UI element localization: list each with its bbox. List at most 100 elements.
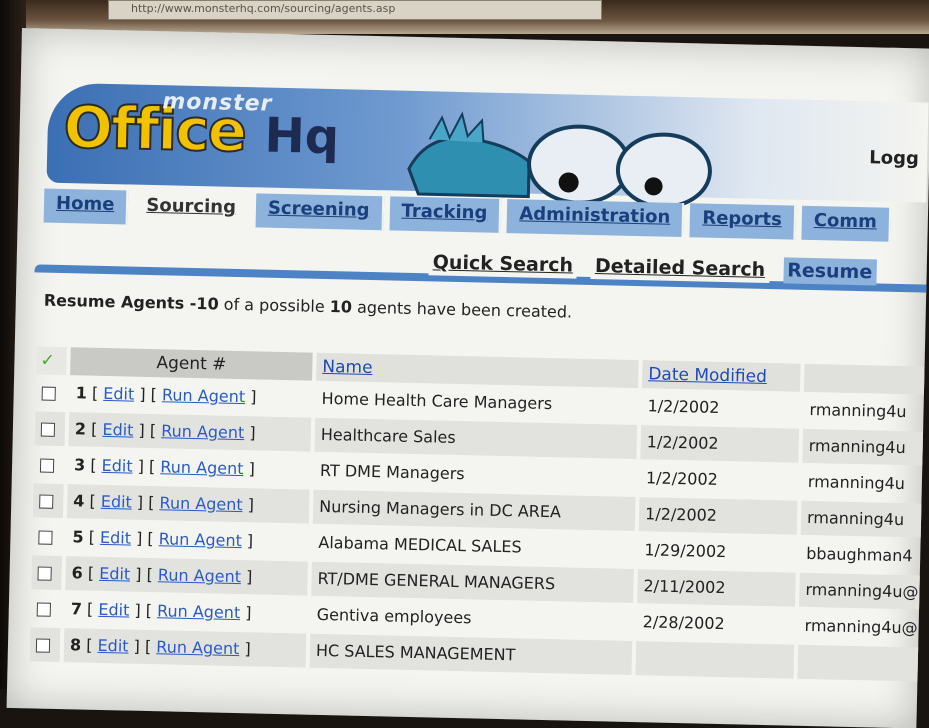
edit-agent-link[interactable]: Edit [98,600,129,620]
row-checkbox-cell [32,483,64,519]
agent-number: 6 [71,563,84,583]
agent-number: 4 [73,491,85,511]
agent-date-modified [635,641,795,679]
agents-table: ✓ Agent # Name Date Modified N 1 [ Edit … [29,342,929,683]
agent-owner [797,644,929,682]
tab-communications[interactable]: Comm [801,205,892,242]
row-checkbox[interactable] [36,601,51,617]
agent-owner: rmanning4u [809,399,907,422]
logo-monster: monster [162,89,273,117]
agent-owner: bbaughman4 [806,543,913,566]
tab-tracking[interactable]: Tracking [389,196,502,233]
tab-resume-agents[interactable]: Resume [782,257,877,286]
logo-hq: Hq [263,107,340,166]
monster-mascot-icon [407,111,712,207]
agent-name: Alabama MEDICAL SALES [318,532,522,557]
agents-status-text: Resume Agents -10 of a possible 10 agent… [44,291,573,322]
agent-owner: rmanning4u@ [799,572,929,610]
run-agent-link[interactable]: Run Agent [157,601,241,622]
run-agent-link[interactable]: Run Agent [161,421,245,442]
row-checkbox-cell [32,519,63,554]
agent-owner: rmanning4u [807,471,906,494]
row-checkbox-cell [34,447,65,482]
agent-owner: rmanning4u [802,428,929,466]
agent-date-modified: 2/28/2002 [642,612,725,634]
agent-number: 7 [70,599,83,619]
tab-home[interactable]: Home [43,188,129,225]
row-checkbox[interactable] [40,422,56,437]
agent-name: Healthcare Sales [314,417,638,460]
edit-agent-link[interactable]: Edit [99,564,130,584]
agent-date-modified: 1/2/2002 [638,497,798,535]
row-checkbox-cell [30,591,61,626]
agent-number: 1 [75,383,88,403]
run-agent-link[interactable]: Run Agent [156,637,240,658]
run-agent-link[interactable]: Run Agent [162,385,246,406]
agent-date-modified: 1/29/2002 [644,540,727,562]
row-checkbox[interactable] [38,530,53,545]
agent-date-modified: 2/11/2002 [637,569,796,607]
run-agent-link[interactable]: Run Agent [158,565,242,586]
agent-actions-cell: 1 [ Edit ] [ Run Agent ] [75,383,257,407]
tab-sourcing[interactable]: Sourcing [133,190,251,228]
status-middle: of a possible [218,294,330,317]
edit-agent-link[interactable]: Edit [101,456,132,476]
agent-name: Gentiva employees [316,604,472,628]
edit-agent-link[interactable]: Edit [100,528,131,548]
agent-name: RT DME Managers [319,460,465,484]
run-agent-link[interactable]: Run Agent [160,457,244,478]
run-agent-link[interactable]: Run Agent [159,529,243,550]
tab-detailed-search[interactable]: Detailed Search [590,252,770,284]
agent-actions-cell: 2 [ Edit ] [ Run Agent ] [68,412,312,452]
browser-viewport: Office monster Hq Logg Home Sourcing Scr… [6,28,929,728]
tab-screening[interactable]: Screening [255,193,384,231]
agent-date-modified: 1/2/2002 [645,468,719,489]
agent-actions-cell: 7 [ Edit ] [ Run Agent ] [70,599,252,623]
tab-reports[interactable]: Reports [689,203,797,240]
agent-owner: rmanning4u@ [804,615,918,638]
agent-number: 3 [73,455,86,475]
agent-name: RT/DME GENERAL MANAGERS [311,561,634,604]
agent-name: Home Health Care Managers [321,388,553,414]
edit-agent-link[interactable]: Edit [103,384,134,404]
agent-date-modified: 1/2/2002 [640,425,800,463]
row-checkbox[interactable] [41,386,56,401]
header-date-modified-sort-link[interactable]: Date Modified [641,360,801,392]
header-agent-number: Agent # [70,347,313,381]
status-prefix: Resume Agents - [43,290,197,314]
edit-agent-link[interactable]: Edit [101,492,132,512]
edit-agent-link[interactable]: Edit [97,636,128,656]
row-checkbox-cell [31,555,63,591]
header-owner-sort-link[interactable]: N [803,363,929,396]
agent-name: HC SALES MANAGEMENT [309,633,633,675]
table-body: 1 [ Edit ] [ Run Agent ] Home Health Care… [29,374,929,683]
agent-actions-cell: 4 [ Edit ] [ Run Agent ] [66,484,310,524]
tab-quick-search[interactable]: Quick Search [428,249,578,279]
row-checkbox[interactable] [39,494,54,509]
status-count: 10 [196,294,219,314]
agent-actions-cell: 6 [ Edit ] [ Run Agent ] [65,556,308,596]
row-checkbox-cell [34,411,66,447]
agent-actions-cell: 3 [ Edit ] [ Run Agent ] [73,455,256,479]
agent-actions-cell: 5 [ Edit ] [ Run Agent ] [72,527,254,551]
row-checkbox[interactable] [39,458,55,473]
agent-date-modified: 1/2/2002 [647,396,720,417]
agent-owner: rmanning4u [800,500,929,538]
agent-number: 5 [72,527,84,547]
agent-number: 8 [69,635,82,655]
agent-name: Nursing Managers in DC AREA [312,489,636,532]
agent-actions-cell: 8 [ Edit ] [ Run Agent ] [63,628,307,668]
edit-agent-link[interactable]: Edit [102,420,133,440]
login-link[interactable]: Logg [869,147,919,169]
select-all-check-icon[interactable]: ✓ [36,346,67,376]
address-bar[interactable]: http://www.monsterhq.com/sourcing/agents… [108,0,602,20]
row-checkbox-cell [29,627,61,663]
run-agent-link[interactable]: Run Agent [159,493,243,514]
row-checkbox-cell [35,375,66,410]
status-max: 10 [329,297,353,317]
row-checkbox[interactable] [35,637,51,653]
row-checkbox[interactable] [37,565,52,581]
agent-number: 2 [74,419,87,439]
tab-administration[interactable]: Administration [506,199,685,238]
status-suffix: agents have been created. [351,297,573,322]
